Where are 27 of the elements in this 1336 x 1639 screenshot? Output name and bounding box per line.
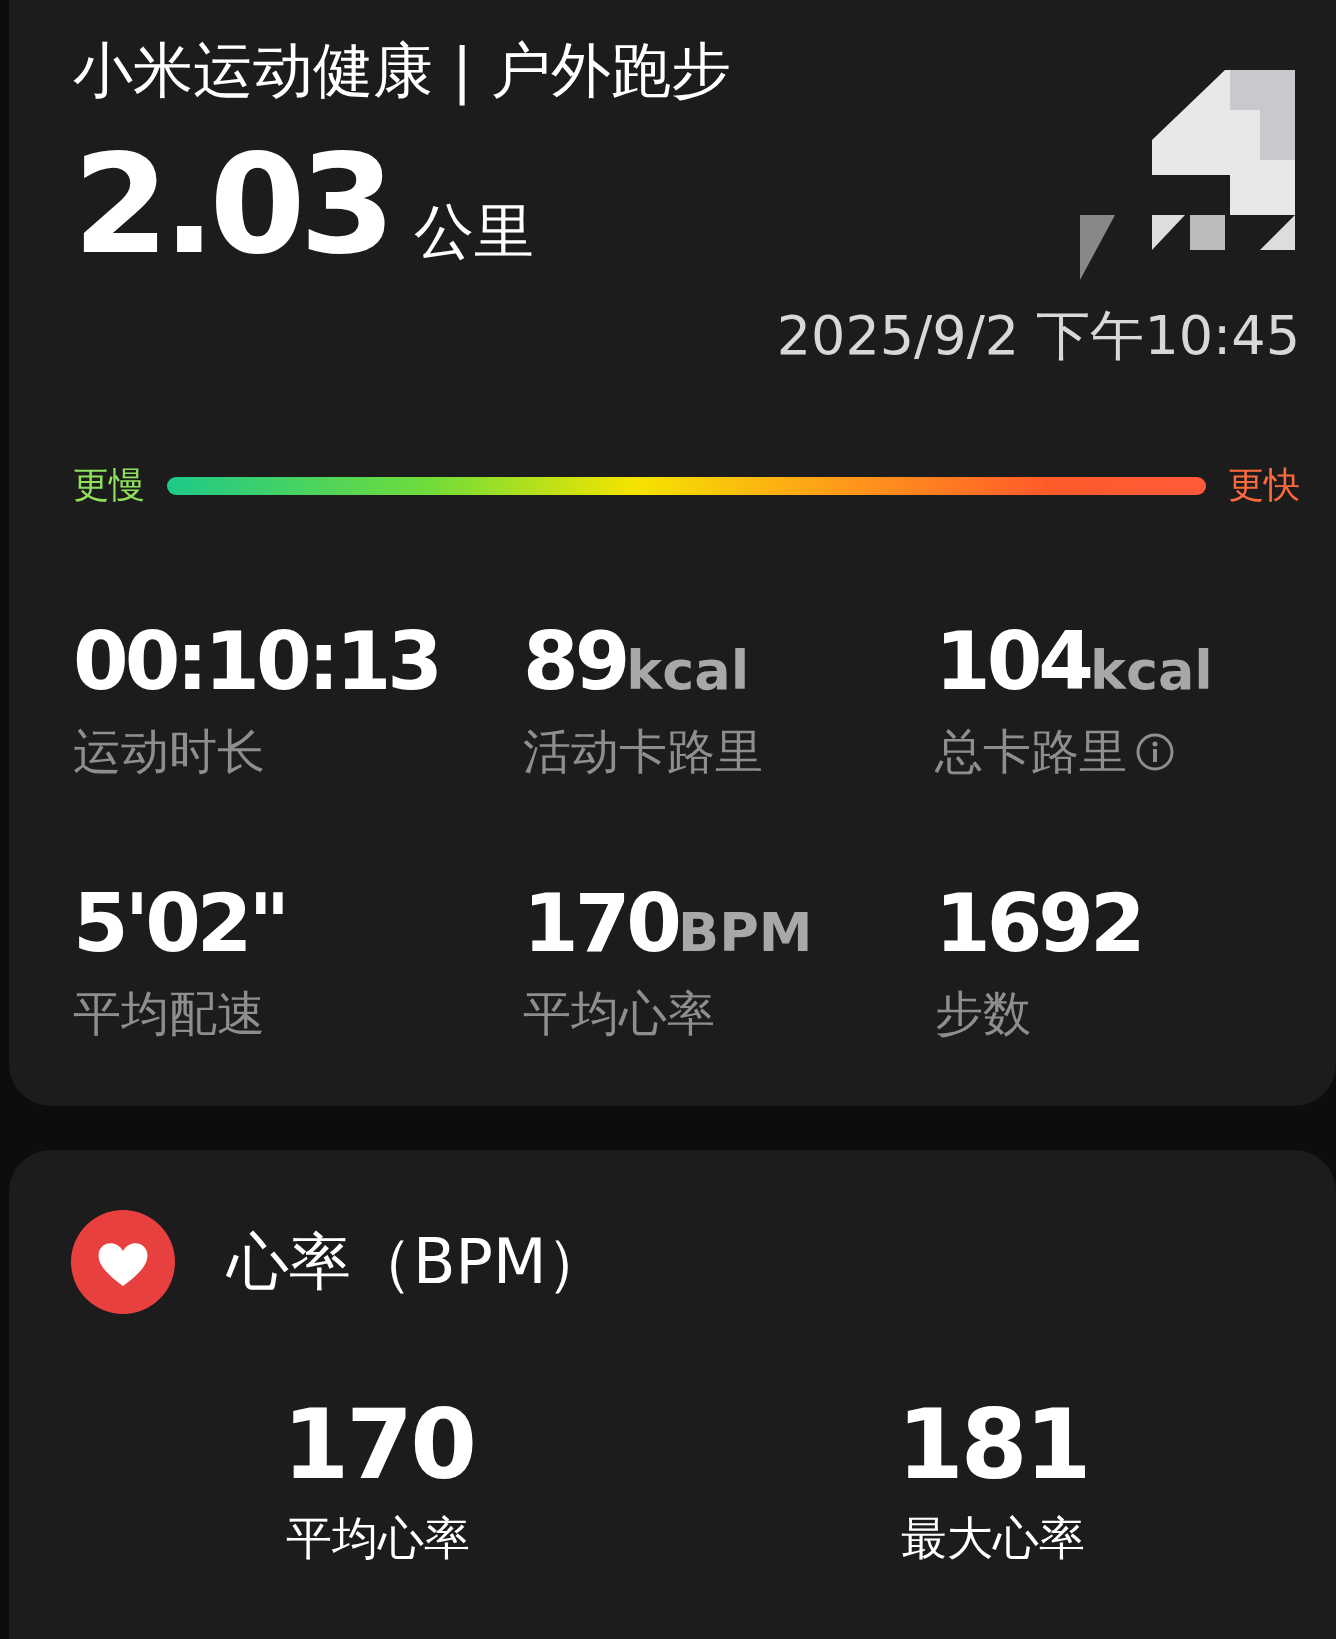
heart-rate-value: 181 [897,1390,1089,1500]
stat-value: 170 [523,876,678,972]
stat-value: 89 [523,614,627,710]
stat-label: 活动卡路里 [523,722,763,781]
stat-value: 00:10:13 [73,614,439,710]
fast-label: 更快 [1228,463,1300,507]
app-title: 小米运动健康 | 户外跑步 [73,34,732,108]
stat-value: 1692 [935,876,1142,972]
distance-unit: 公里 [413,195,534,268]
stat-label: 步数 [935,984,1031,1043]
info-icon[interactable] [1135,732,1175,772]
stat-unit: kcal [1090,639,1213,702]
stat-unit: BPM [678,901,813,964]
distance-value: 2.03 [73,123,390,287]
stat-label: 平均心率 [523,984,715,1043]
stat-label: 总卡路里 [935,722,1127,781]
slow-label: 更慢 [73,463,145,507]
stat-value: 5'02" [73,876,287,972]
section-title: 心率（BPM） [227,1224,609,1300]
heart-rate-label: 最大心率 [900,1510,1085,1567]
heart-rate-label: 平均心率 [286,1510,471,1567]
workout-datetime: 2025/9/2 下午10:45 [776,303,1300,369]
stat-unit: kcal [626,639,750,702]
stat-label: 运动时长 [73,722,265,781]
stat-label: 平均配速 [73,984,265,1043]
heart-rate-value: 170 [282,1390,474,1500]
stat-value: 104 [935,614,1090,710]
